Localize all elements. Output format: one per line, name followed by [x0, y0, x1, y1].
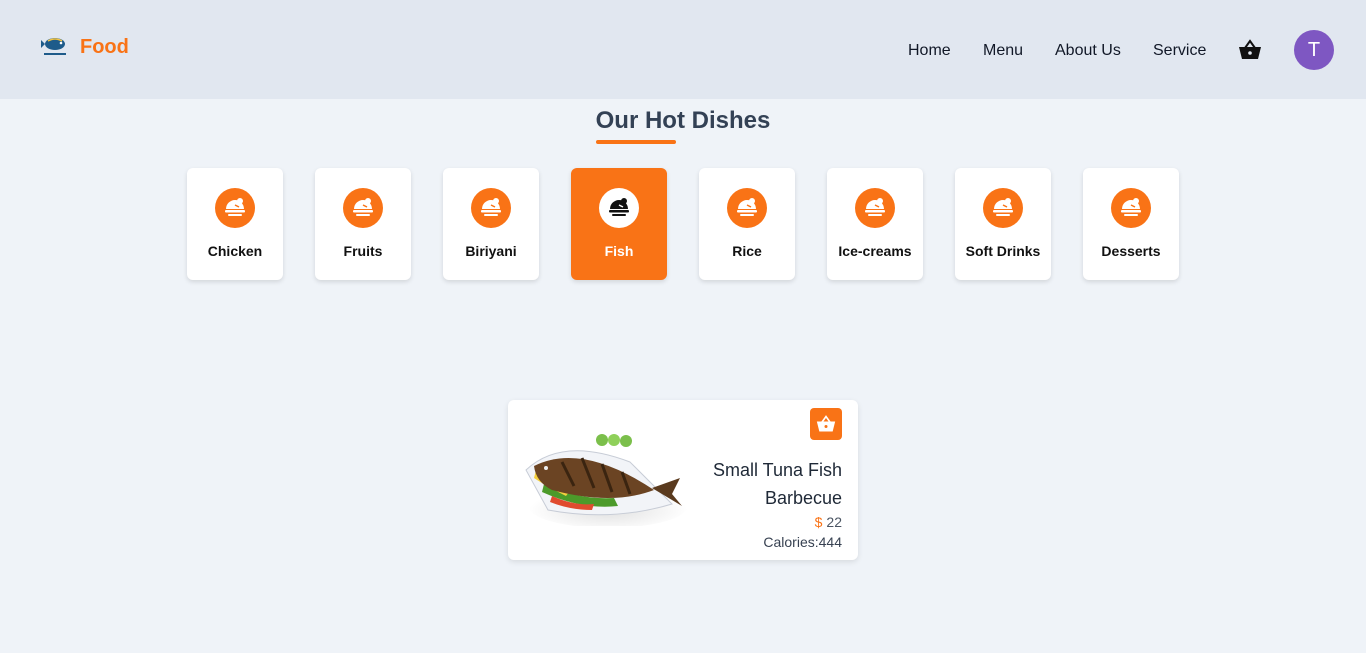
category-biriyani[interactable]: Biriyani	[443, 168, 539, 280]
dish-icon	[855, 188, 895, 228]
dish-icon	[983, 188, 1023, 228]
category-fish[interactable]: Fish	[571, 168, 667, 280]
category-fruits[interactable]: Fruits	[315, 168, 411, 280]
category-label: Fruits	[343, 243, 383, 259]
category-desserts[interactable]: Desserts	[1083, 168, 1179, 280]
dish-icon	[471, 188, 511, 228]
grilled-fish-image	[525, 434, 688, 526]
category-label: Fish	[604, 243, 634, 259]
currency-symbol: $	[814, 514, 823, 530]
dish-calories: Calories:444	[763, 534, 842, 550]
dish-icon	[599, 188, 639, 228]
nav-home[interactable]: Home	[908, 42, 951, 60]
page-title: Our Hot Dishes	[595, 107, 771, 134]
dish-icon	[727, 188, 767, 228]
brand[interactable]: Food	[40, 32, 129, 62]
nav-menu[interactable]: Menu	[983, 42, 1023, 60]
header: Food Home Menu About Us Service T	[0, 0, 1366, 99]
fish-logo-icon	[41, 38, 66, 55]
category-chicken[interactable]: Chicken	[187, 168, 283, 280]
category-label: Rice	[732, 243, 762, 259]
category-label: Soft Drinks	[965, 243, 1041, 259]
category-rice[interactable]: Rice	[699, 168, 795, 280]
basket-icon[interactable]	[1238, 38, 1262, 62]
category-label: Biriyani	[465, 243, 517, 259]
dish-card[interactable]: Small Tuna Fish Barbecue $22 Calories:44…	[508, 400, 858, 560]
nav-about-us[interactable]: About Us	[1055, 42, 1121, 60]
title-underline	[596, 140, 676, 144]
category-label: Desserts	[1101, 243, 1161, 259]
category-ice-creams[interactable]: Ice-creams	[827, 168, 923, 280]
nav-service[interactable]: Service	[1153, 42, 1206, 60]
brand-name: Food	[80, 35, 129, 58]
dish-name: Small Tuna Fish Barbecue	[712, 460, 842, 508]
dish-icon	[1111, 188, 1151, 228]
dish-icon	[215, 188, 255, 228]
price-value: 22	[826, 514, 842, 530]
basket-icon	[816, 415, 836, 432]
add-to-cart-button[interactable]	[810, 408, 842, 440]
category-soft-drinks[interactable]: Soft Drinks	[955, 168, 1051, 280]
avatar[interactable]: T	[1294, 30, 1334, 70]
dish-price: $22	[815, 514, 842, 530]
category-label: Chicken	[207, 243, 263, 259]
category-label: Ice-creams	[838, 243, 912, 259]
dish-icon	[343, 188, 383, 228]
